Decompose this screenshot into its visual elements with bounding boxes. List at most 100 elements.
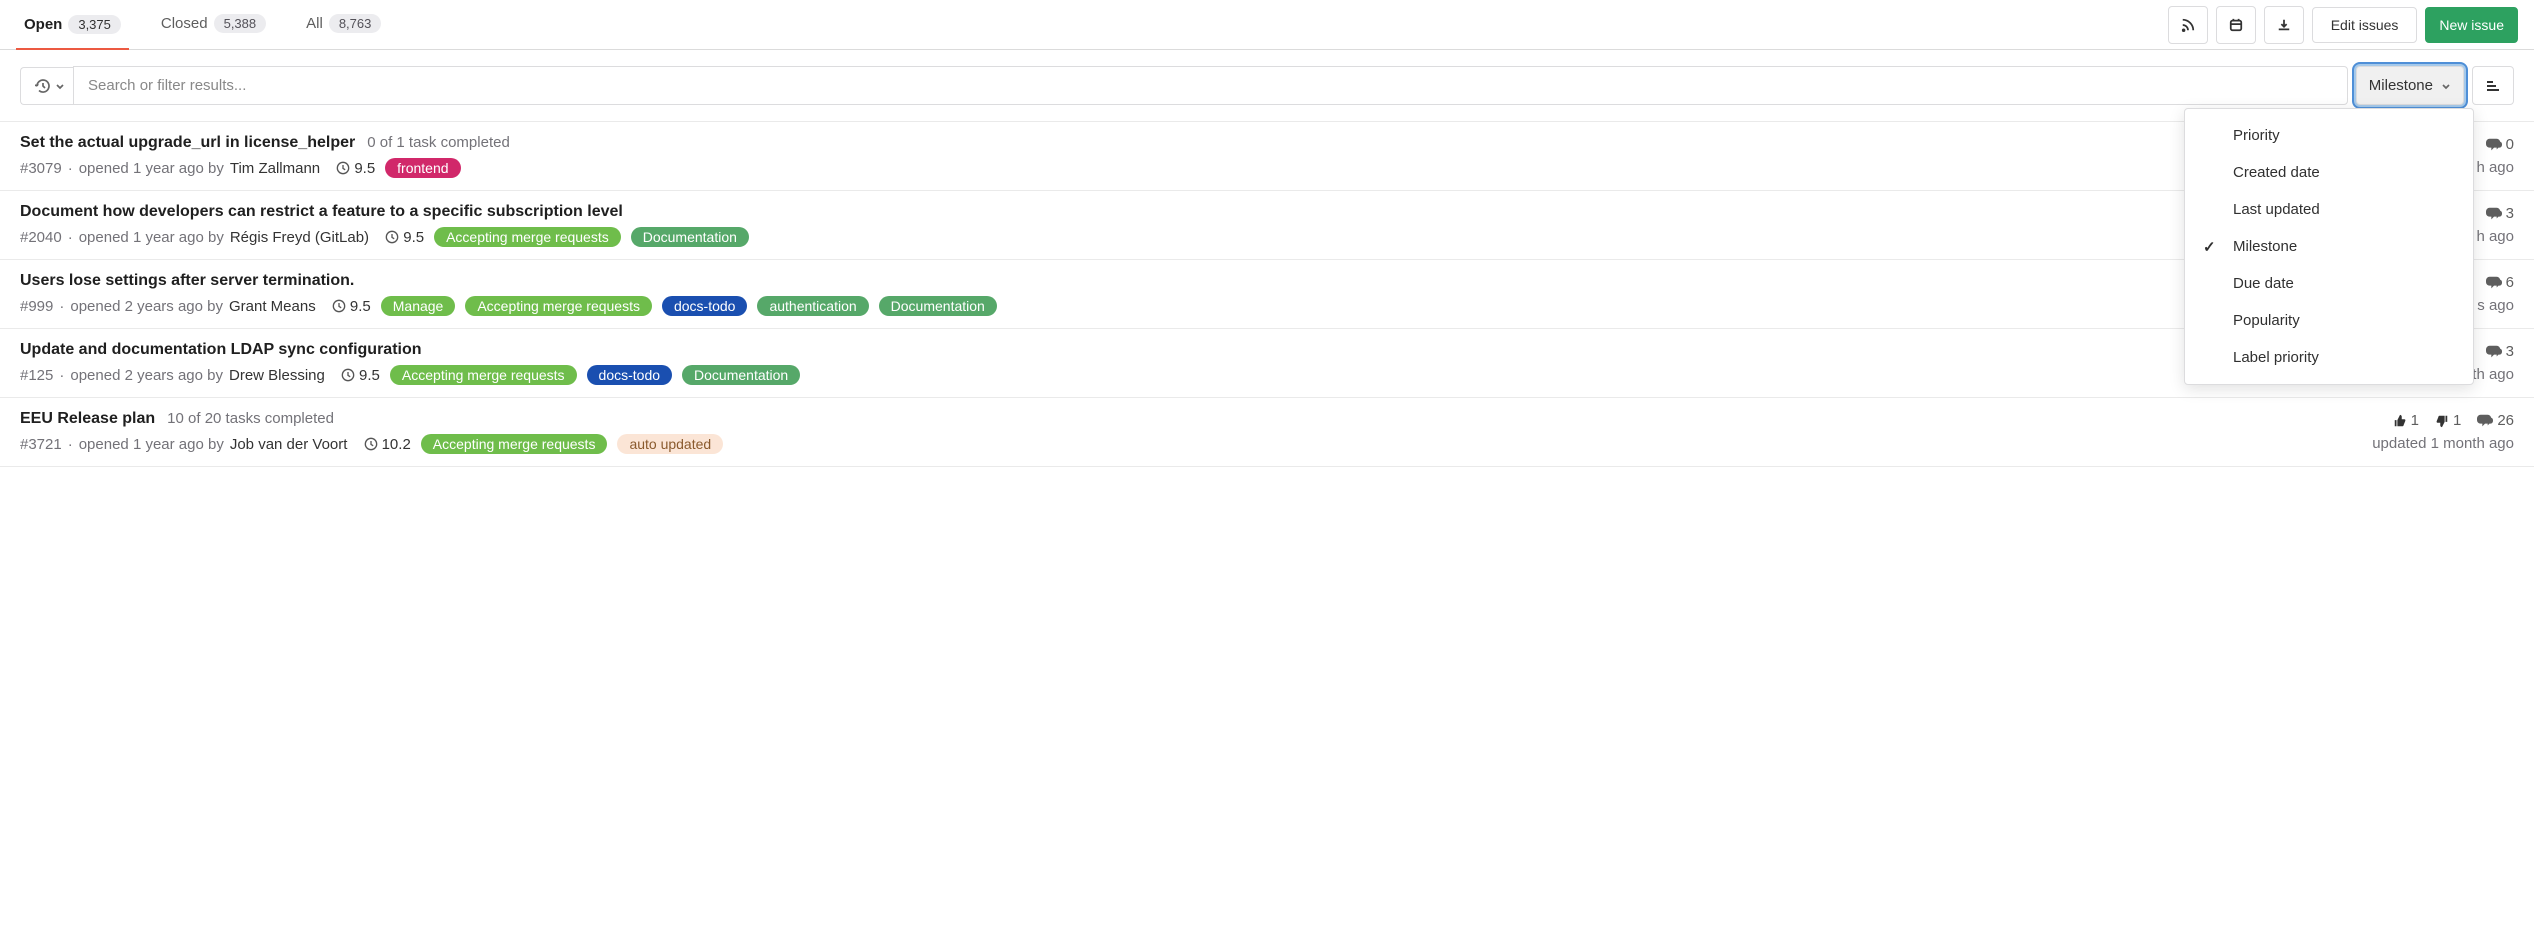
issue-label[interactable]: Accepting merge requests [421,434,608,454]
comments-count[interactable]: 3 [2486,205,2514,222]
issue-label[interactable]: Documentation [631,227,749,247]
clock-icon [385,230,399,244]
clock-icon [336,161,350,175]
sort-option-popularity[interactable]: Popularity [2185,302,2473,339]
thumbs-up-count[interactable]: 1 [2393,412,2419,429]
new-issue-button[interactable]: New issue [2425,7,2518,43]
issue-milestone[interactable]: 9.5 [336,160,375,177]
tab-closed[interactable]: Closed 5,388 [153,0,274,49]
issue-opened: opened 2 years ago by [70,298,223,315]
issue-milestone[interactable]: 9.5 [385,229,424,246]
issue-updated: h ago [2476,228,2514,245]
issue-author[interactable]: Grant Means [229,298,316,315]
issue-label[interactable]: Accepting merge requests [390,365,577,385]
tab-all-count: 8,763 [329,14,382,33]
issue-meta: #3721 · opened 1 year ago by Job van der… [20,434,2348,454]
issue-row: EEU Release plan 10 of 20 tasks completed… [0,398,2534,467]
sort-dropdown-menu: PriorityCreated dateLast updatedMileston… [2184,108,2474,385]
issue-author[interactable]: Job van der Voort [230,436,348,453]
issue-updated: s ago [2477,297,2514,314]
sort-label: Milestone [2369,77,2433,94]
issue-stats: 0 [2486,136,2514,153]
tab-open[interactable]: Open 3,375 [16,0,129,50]
issue-title[interactable]: Users lose settings after server termina… [20,272,354,290]
comments-icon [2477,414,2493,428]
history-icon [35,78,51,94]
edit-issues-button[interactable]: Edit issues [2312,7,2418,43]
issue-label[interactable]: Documentation [879,296,997,316]
issue-milestone[interactable]: 9.5 [341,367,380,384]
issue-label[interactable]: Manage [381,296,456,316]
comments-count[interactable]: 3 [2486,343,2514,360]
issue-label[interactable]: auto updated [617,434,723,454]
task-progress: 10 of 20 tasks completed [167,410,334,427]
sort-direction-button[interactable] [2472,66,2514,105]
issue-meta: #3079 · opened 1 year ago by Tim Zallman… [20,158,2452,178]
sort-option-created-date[interactable]: Created date [2185,154,2473,191]
comments-count[interactable]: 6 [2486,274,2514,291]
issue-label[interactable]: Accepting merge requests [465,296,652,316]
sort-option-due-date[interactable]: Due date [2185,265,2473,302]
issue-opened: opened 1 year ago by [79,229,224,246]
comments-count[interactable]: 26 [2477,412,2514,429]
issue-title[interactable]: Document how developers can restrict a f… [20,203,623,221]
sort-dropdown-button[interactable]: Milestone [2356,66,2464,105]
clock-icon [364,437,378,451]
issue-label[interactable]: Accepting merge requests [434,227,621,247]
thumbs-up-icon [2393,414,2407,428]
actions-group: Edit issues New issue [2168,6,2518,44]
issue-milestone[interactable]: 9.5 [332,298,371,315]
sort-option-label-priority[interactable]: Label priority [2185,339,2473,376]
issue-opened: opened 1 year ago by [79,436,224,453]
issue-ref[interactable]: #3721 [20,436,62,453]
issue-row: Set the actual upgrade_url in license_he… [0,122,2534,191]
thumbs-down-count[interactable]: 1 [2435,412,2461,429]
issue-author[interactable]: Drew Blessing [229,367,325,384]
sort-option-milestone[interactable]: Milestone [2185,228,2473,265]
issue-ref[interactable]: #3079 [20,160,62,177]
issue-author[interactable]: Tim Zallmann [230,160,320,177]
issue-label[interactable]: frontend [385,158,460,178]
comments-icon [2486,138,2502,152]
issue-author[interactable]: Régis Freyd (GitLab) [230,229,369,246]
issue-updated: h ago [2476,159,2514,176]
issue-stats: 3 [2486,343,2514,360]
issue-title[interactable]: EEU Release plan [20,410,155,428]
comments-count[interactable]: 0 [2486,136,2514,153]
issue-label[interactable]: Documentation [682,365,800,385]
tab-open-count: 3,375 [68,15,121,34]
issue-title[interactable]: Update and documentation LDAP sync confi… [20,341,422,359]
issue-meta: #125 · opened 2 years ago by Drew Blessi… [20,365,2348,385]
issue-milestone[interactable]: 10.2 [364,436,411,453]
issue-ref[interactable]: #125 [20,367,53,384]
calendar-icon [2229,17,2243,33]
issues-list: Set the actual upgrade_url in license_he… [0,122,2534,467]
issue-title[interactable]: Set the actual upgrade_url in license_he… [20,134,355,152]
issue-label[interactable]: docs-todo [587,365,672,385]
issue-updated: updated 1 month ago [2372,435,2514,452]
filter-bar: Milestone PriorityCreated dateLast updat… [0,50,2534,122]
issue-stats: 1 1 26 [2393,412,2514,429]
issue-row: Document how developers can restrict a f… [0,191,2534,260]
task-progress: 0 of 1 task completed [367,134,510,151]
export-button[interactable] [2264,6,2304,44]
search-input[interactable] [73,66,2348,105]
issue-label[interactable]: docs-todo [662,296,747,316]
issue-ref[interactable]: #2040 [20,229,62,246]
thumbs-down-icon [2435,414,2449,428]
clock-icon [332,299,346,313]
sort-option-priority[interactable]: Priority [2185,117,2473,154]
tab-all-label: All [306,15,323,32]
rss-icon [2181,17,2195,33]
issue-label[interactable]: authentication [757,296,868,316]
rss-button[interactable] [2168,6,2208,44]
issue-row: Update and documentation LDAP sync confi… [0,329,2534,398]
issue-meta: #2040 · opened 1 year ago by Régis Freyd… [20,227,2452,247]
history-dropdown[interactable] [20,67,73,105]
issue-ref[interactable]: #999 [20,298,53,315]
comments-icon [2486,276,2502,290]
tab-all[interactable]: All 8,763 [298,0,389,49]
comments-icon [2486,345,2502,359]
sort-option-last-updated[interactable]: Last updated [2185,191,2473,228]
calendar-button[interactable] [2216,6,2256,44]
